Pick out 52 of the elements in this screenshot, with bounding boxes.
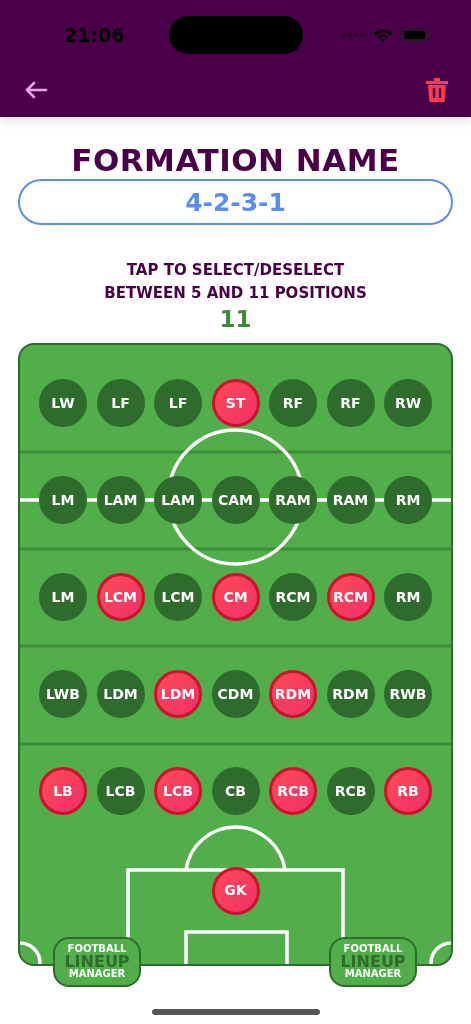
formation-name-title: FORMATION NAME bbox=[70, 143, 401, 178]
position-button[interactable]: CM bbox=[211, 573, 260, 622]
status-time: 21:06 bbox=[64, 22, 124, 48]
position-button[interactable]: LM bbox=[39, 573, 87, 622]
position-button[interactable]: LCM bbox=[96, 573, 145, 622]
position-button[interactable]: RF bbox=[326, 379, 375, 428]
selected-count: 11 bbox=[218, 306, 253, 334]
position-button[interactable]: LWB bbox=[39, 670, 87, 719]
position-button[interactable]: RCM bbox=[326, 573, 375, 622]
position-button[interactable]: RM bbox=[384, 476, 432, 525]
position-button[interactable]: RDM bbox=[326, 670, 375, 719]
position-button[interactable]: CDM bbox=[211, 670, 260, 719]
position-button[interactable]: ST bbox=[211, 379, 260, 428]
wifi-icon bbox=[373, 27, 393, 43]
position-button[interactable]: RCB bbox=[326, 767, 375, 816]
position-button[interactable]: CB bbox=[211, 767, 260, 816]
position-button[interactable]: RAM bbox=[269, 476, 317, 525]
position-button[interactable]: LDM bbox=[96, 670, 145, 719]
position-button[interactable]: LCM bbox=[154, 573, 202, 622]
position-button[interactable]: LW bbox=[39, 379, 87, 428]
logo-text: MANAGER bbox=[344, 969, 402, 980]
position-button[interactable]: LM bbox=[39, 476, 87, 525]
position-button[interactable]: GK bbox=[211, 866, 260, 915]
formation-name-field[interactable]: 4-2-3-1 bbox=[18, 179, 453, 226]
position-button[interactable]: RM bbox=[384, 573, 432, 622]
position-button[interactable]: RF bbox=[269, 379, 317, 428]
position-button[interactable]: LF bbox=[154, 379, 202, 428]
position-button[interactable]: RCB bbox=[269, 767, 317, 816]
instructions-text: TAP TO SELECT/DESELECT BETWEEN 5 AND 11 POSITIONS bbox=[103, 260, 368, 304]
position-button[interactable]: LF bbox=[96, 379, 145, 428]
position-button[interactable]: LDM bbox=[154, 670, 202, 719]
trash-icon[interactable] bbox=[425, 77, 449, 103]
position-button[interactable]: LB bbox=[39, 767, 87, 816]
logo-text: LINEUP bbox=[340, 954, 406, 970]
position-button[interactable]: RAM bbox=[326, 476, 375, 525]
battery-icon bbox=[401, 28, 431, 42]
back-arrow-icon[interactable] bbox=[24, 81, 48, 99]
logo-text: FOOTBALL bbox=[343, 943, 403, 955]
position-button[interactable]: LAM bbox=[154, 476, 202, 525]
position-button[interactable]: RDM bbox=[269, 670, 317, 719]
position-button[interactable]: RW bbox=[384, 379, 432, 428]
position-button[interactable]: RB bbox=[384, 767, 432, 816]
position-button[interactable]: RCM bbox=[269, 573, 317, 622]
position-button[interactable]: CAM bbox=[211, 476, 260, 525]
logo-text: MANAGER bbox=[68, 969, 126, 980]
position-button[interactable]: LCB bbox=[154, 767, 202, 816]
position-button[interactable]: LAM bbox=[96, 476, 145, 525]
signal-icon bbox=[341, 32, 365, 38]
logo-text: FOOTBALL bbox=[67, 943, 127, 955]
position-button[interactable]: LCB bbox=[96, 767, 145, 816]
position-button[interactable]: RWB bbox=[384, 670, 432, 719]
logo-text: LINEUP bbox=[64, 954, 130, 970]
